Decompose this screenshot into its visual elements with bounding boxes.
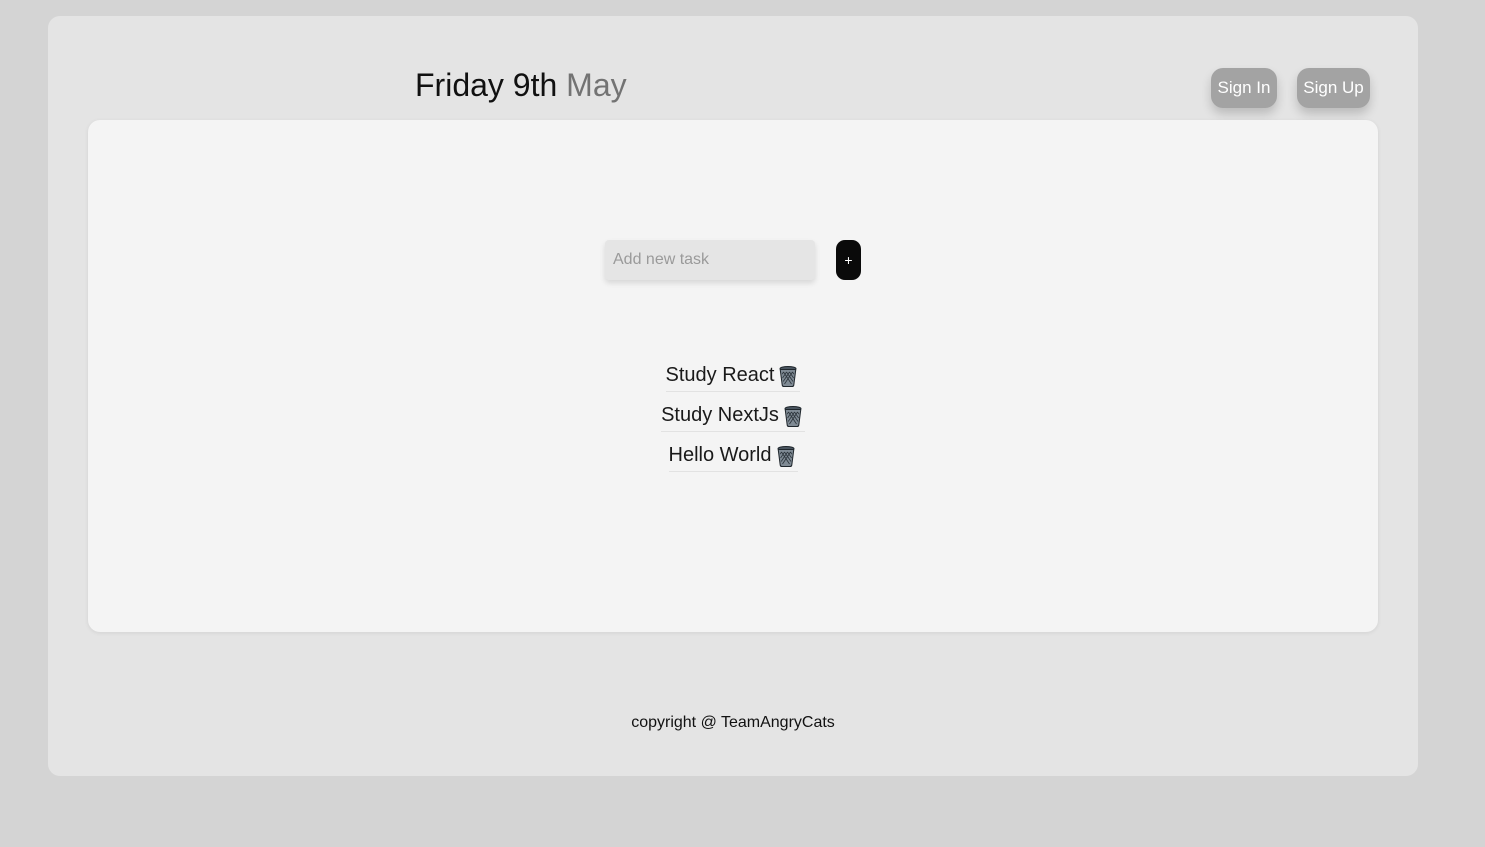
task-row: Study React — [665, 360, 801, 392]
task-label: Study NextJs — [661, 404, 779, 426]
footer-copyright: copyright @ TeamAngryCats — [631, 714, 835, 731]
date-day-label: Friday 9th — [415, 67, 558, 103]
add-task-button[interactable]: + — [836, 240, 861, 280]
task-list: Study React Study NextJs Hello World — [88, 360, 1378, 480]
task-label: Study React — [665, 364, 775, 386]
app-frame: Friday 9th May Sign In Sign Up + Study R… — [48, 16, 1418, 776]
date-month-label: May — [566, 67, 627, 103]
sign-up-button[interactable]: Sign Up — [1297, 68, 1370, 108]
task-card: + Study React Study NextJs — [88, 120, 1378, 632]
task-label: Hello World — [668, 444, 772, 466]
task-item: Hello World — [88, 440, 1378, 480]
trash-icon[interactable] — [774, 444, 798, 468]
task-row: Study NextJs — [661, 400, 805, 432]
task-item: Study React — [88, 360, 1378, 400]
task-item: Study NextJs — [88, 400, 1378, 440]
new-task-input[interactable] — [605, 240, 815, 280]
trash-icon[interactable] — [781, 404, 805, 428]
sign-in-button[interactable]: Sign In — [1211, 68, 1277, 108]
date-heading: Friday 9th May — [415, 67, 627, 104]
task-row: Hello World — [668, 440, 798, 472]
trash-icon[interactable] — [776, 364, 800, 388]
